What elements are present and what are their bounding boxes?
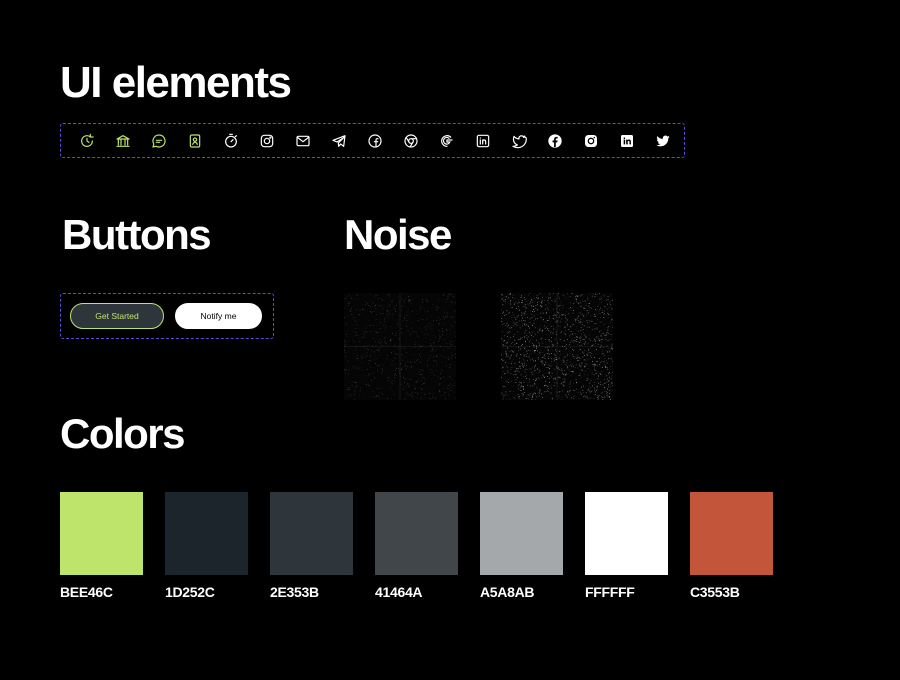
color-swatch-7 xyxy=(690,492,773,575)
contact-card-icon[interactable] xyxy=(177,131,213,151)
color-swatch-2 xyxy=(165,492,248,575)
facebook-filled-icon[interactable] xyxy=(537,131,573,151)
mail-icon[interactable] xyxy=(285,131,321,151)
color-swatch-1 xyxy=(60,492,143,575)
color-swatch-4 xyxy=(375,492,458,575)
noise-texture-light xyxy=(501,293,613,400)
chat-bubble-icon[interactable] xyxy=(141,131,177,151)
twitter-outline-icon[interactable] xyxy=(501,131,537,151)
color-label-7: C3553B xyxy=(690,584,740,600)
button-group: Get Started Notify me xyxy=(60,293,274,339)
instagram-filled-icon[interactable] xyxy=(573,131,609,151)
icon-row xyxy=(60,123,685,158)
noise-heading: Noise xyxy=(344,211,452,258)
bank-icon[interactable] xyxy=(105,131,141,151)
color-label-6: FFFFFF xyxy=(585,584,635,600)
get-started-button[interactable]: Get Started xyxy=(70,303,164,329)
ui-elements-heading: UI elements xyxy=(60,58,292,107)
linkedin-outline-icon[interactable] xyxy=(465,131,501,151)
instagram-outline-icon[interactable] xyxy=(249,131,285,151)
facebook-outline-icon[interactable] xyxy=(357,131,393,151)
google-icon[interactable] xyxy=(429,131,465,151)
twitter-filled-icon[interactable] xyxy=(645,131,681,151)
color-swatch-3 xyxy=(270,492,353,575)
color-label-1: BEE46C xyxy=(60,584,113,600)
notify-me-button[interactable]: Notify me xyxy=(175,303,262,329)
linkedin-filled-icon[interactable] xyxy=(609,131,645,151)
buttons-heading: Buttons xyxy=(62,211,212,258)
telegram-icon[interactable] xyxy=(321,131,357,151)
color-label-3: 2E353B xyxy=(270,584,319,600)
refresh-clock-icon[interactable] xyxy=(69,131,105,151)
stopwatch-icon[interactable] xyxy=(213,131,249,151)
color-label-2: 1D252C xyxy=(165,584,215,600)
color-label-4: 41464A xyxy=(375,584,423,600)
colors-heading: Colors xyxy=(60,410,186,457)
noise-texture-dark xyxy=(344,293,456,400)
color-swatch-6 xyxy=(585,492,668,575)
color-label-5: A5A8AB xyxy=(480,584,535,600)
color-swatch-5 xyxy=(480,492,563,575)
chrome-icon[interactable] xyxy=(393,131,429,151)
